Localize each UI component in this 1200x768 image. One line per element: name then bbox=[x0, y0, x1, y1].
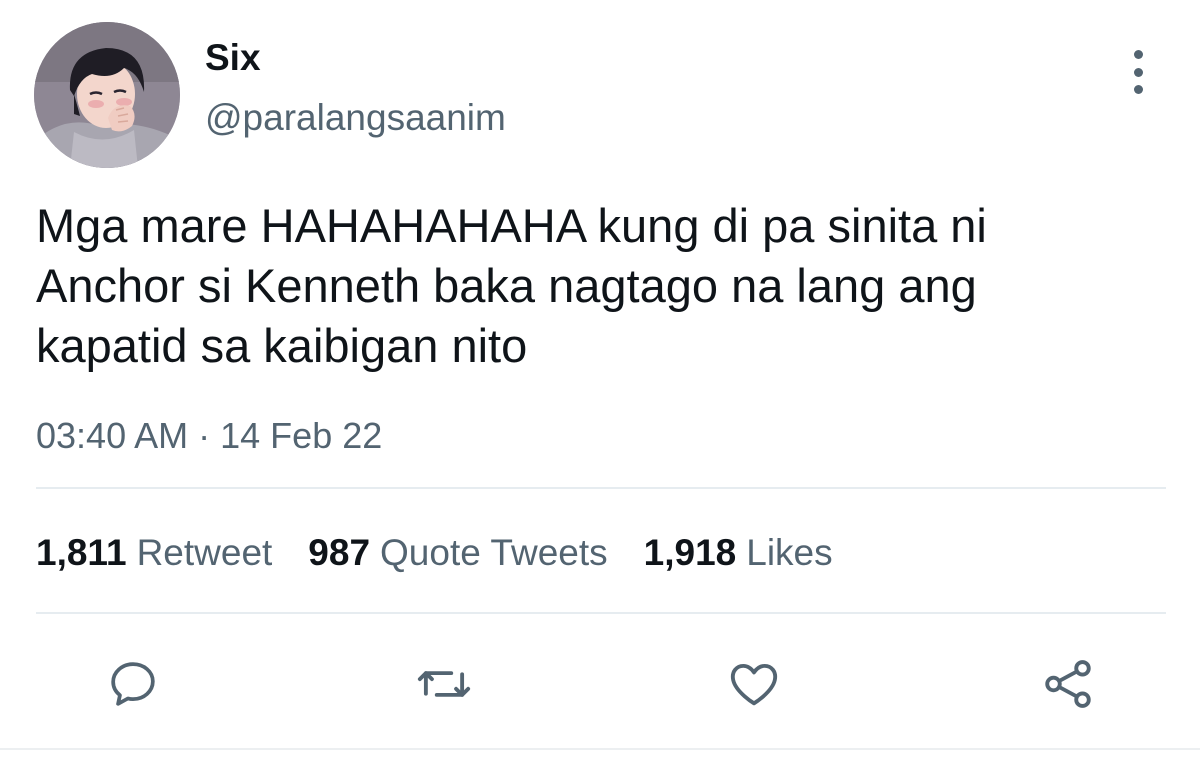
bottom-divider bbox=[0, 748, 1200, 750]
likes-stat[interactable]: 1,918 Likes bbox=[644, 530, 833, 576]
retweet-stat[interactable]: 1,811 Retweet bbox=[36, 530, 272, 576]
timestamp-separator: · bbox=[198, 415, 211, 456]
like-button[interactable] bbox=[722, 652, 786, 716]
more-dot bbox=[1133, 67, 1143, 77]
user-handle[interactable]: @paralangsaanim bbox=[205, 96, 506, 140]
likes-label: Likes bbox=[746, 532, 833, 573]
tweet-text: Mga mare HAHAHAHAHA kung di pa sinita ni… bbox=[36, 199, 987, 372]
display-name[interactable]: Six bbox=[205, 36, 261, 80]
more-options-icon[interactable] bbox=[1122, 50, 1154, 94]
tweet-time: 03:40 AM bbox=[36, 415, 189, 456]
tweet-detail: Six @paralangsaanim Mga mare HAHAHAHAHA … bbox=[0, 0, 1200, 768]
retweet-count: 1,811 bbox=[36, 532, 127, 573]
divider bbox=[36, 612, 1166, 614]
share-button[interactable] bbox=[1036, 652, 1100, 716]
retweet-icon bbox=[417, 671, 471, 697]
tweet-timestamp[interactable]: 03:40 AM · 14 Feb 22 bbox=[36, 414, 382, 458]
quote-count: 987 bbox=[308, 532, 371, 573]
more-dot bbox=[1133, 85, 1143, 94]
divider bbox=[36, 487, 1166, 489]
likes-count: 1,918 bbox=[643, 532, 737, 573]
tweet-stats: 1,811 Retweet 987 Quote Tweets 1,918 Likes bbox=[36, 530, 869, 576]
tweet-date: 14 Feb 22 bbox=[220, 415, 383, 456]
share-icon bbox=[1045, 660, 1091, 708]
more-dot bbox=[1133, 50, 1143, 59]
retweet-button[interactable] bbox=[412, 652, 476, 716]
avatar-image bbox=[34, 22, 180, 168]
quote-label: Quote Tweets bbox=[380, 532, 608, 573]
quote-stat[interactable]: 987 Quote Tweets bbox=[308, 530, 607, 576]
retweet-label: Retweet bbox=[136, 532, 273, 573]
avatar[interactable] bbox=[34, 22, 180, 168]
reply-button[interactable] bbox=[101, 652, 165, 716]
reply-icon bbox=[111, 662, 155, 706]
heart-icon bbox=[730, 663, 778, 706]
